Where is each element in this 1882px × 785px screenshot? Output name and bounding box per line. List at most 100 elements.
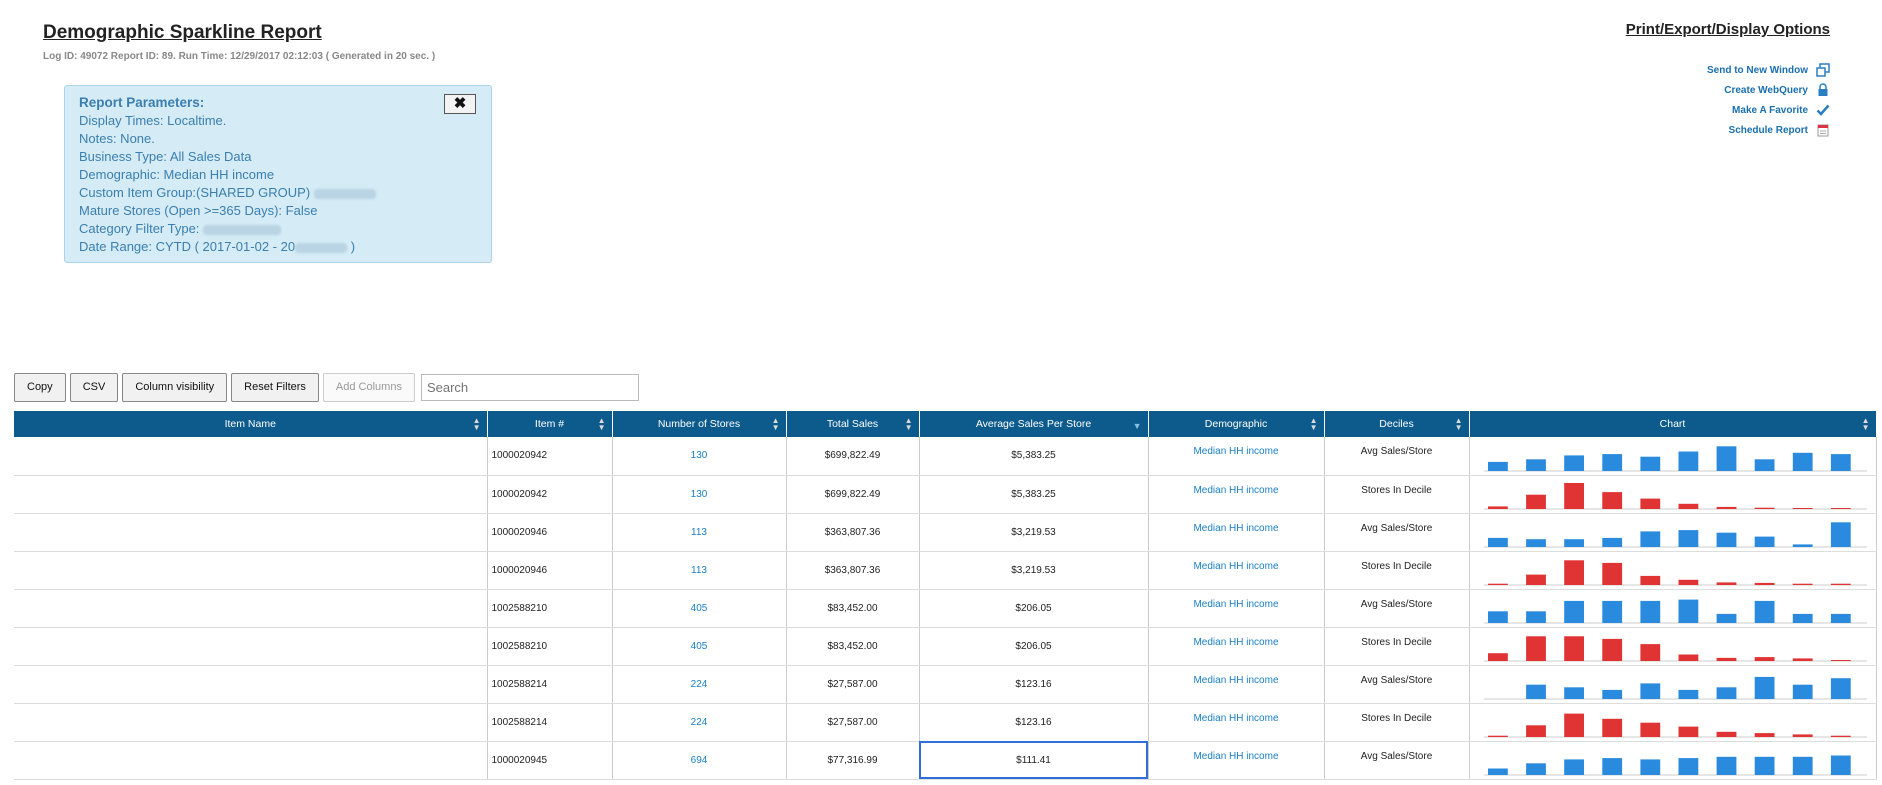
reset-filters-button[interactable]: Reset Filters	[231, 373, 319, 402]
sparkline-bar	[1754, 507, 1775, 509]
number-of-stores-link[interactable]: 130	[612, 475, 787, 514]
average-sales-cell: $123.16	[919, 703, 1149, 742]
sparkline-bar	[1525, 494, 1546, 509]
sparkline-bar	[1830, 678, 1851, 699]
sparkline-bar	[1639, 600, 1660, 623]
sparkline-bar	[1563, 759, 1584, 775]
column-header-demographic[interactable]: Demographic ▲ ▼	[1148, 411, 1325, 437]
number-of-stores-link[interactable]: 405	[612, 589, 787, 628]
sparkline-bar	[1792, 658, 1813, 661]
demographic-link[interactable]: Median HH income	[1148, 741, 1325, 780]
sparkline-bar	[1754, 600, 1775, 623]
decile-type-cell: Avg Sales/Store	[1324, 665, 1470, 704]
number-of-stores-link[interactable]: 224	[612, 703, 787, 742]
sparkline-bar	[1487, 461, 1508, 471]
number-of-stores-link[interactable]: 130	[612, 437, 787, 476]
demographic-link[interactable]: Median HH income	[1148, 551, 1325, 590]
sparkline-bar	[1716, 582, 1736, 585]
number-of-stores-link[interactable]: 113	[612, 513, 787, 552]
demographic-link[interactable]: Median HH income	[1148, 665, 1325, 704]
table-row[interactable]: 1002588210 405 $83,452.00 $206.05 Median HH …	[14, 627, 1877, 666]
average-sales-cell: $5,383.25	[919, 437, 1149, 476]
sparkline-bar	[1525, 725, 1546, 737]
sparkline-bar	[1601, 537, 1622, 547]
sparkline-bar	[1792, 734, 1813, 737]
sparkline-bar	[1563, 483, 1584, 509]
column-header-label: Chart	[1659, 418, 1686, 430]
item-number-cell: 1000020942	[487, 437, 613, 476]
sparkline-bar	[1487, 506, 1508, 509]
sparkline-bar	[1678, 530, 1698, 547]
table-row[interactable]: 1000020942 130 $699,822.49 $5,383.25 Median …	[14, 437, 1877, 476]
send-to-new-window-link[interactable]: Send to New Window	[1707, 60, 1830, 80]
number-of-stores-link[interactable]: 113	[612, 551, 787, 590]
create-webquery-link[interactable]: Create WebQuery	[1707, 80, 1830, 100]
close-button[interactable]: ✖	[444, 94, 476, 114]
demographic-link[interactable]: Median HH income	[1148, 513, 1325, 552]
report-parameters-panel: ✖ Report Parameters: Display Times: Loca…	[64, 85, 492, 263]
sort-icon: ▲ ▼	[597, 416, 606, 432]
sparkline-bar	[1563, 687, 1584, 699]
sparkline-bar	[1487, 768, 1508, 775]
column-header-number-of-stores[interactable]: Number of Stores ▲ ▼	[612, 411, 787, 437]
sparkline-bar	[1487, 735, 1508, 737]
sparkline-bar	[1678, 599, 1698, 623]
demographic-link[interactable]: Median HH income	[1148, 703, 1325, 742]
average-sales-cell: $123.16	[919, 665, 1149, 704]
table-header-row: Item Name ▲ ▼ Item # ▲ ▼ Number of Stores ▲ ▼ Tot…	[14, 411, 1877, 437]
sparkline-bar	[1525, 684, 1546, 699]
param-business-type: Business Type: All Sales Data	[79, 149, 252, 164]
column-visibility-button[interactable]: Column visibility	[122, 373, 228, 402]
sparkline-bar	[1830, 522, 1851, 547]
demographic-link[interactable]: Median HH income	[1148, 589, 1325, 628]
sparkline-bar	[1678, 451, 1698, 471]
column-header-average-sales-per-store[interactable]: Average Sales Per Store ▼	[919, 411, 1149, 437]
column-header-item-name[interactable]: Item Name ▲ ▼	[14, 411, 488, 437]
search-input[interactable]	[420, 374, 639, 401]
sparkline-bar	[1601, 758, 1622, 775]
number-of-stores-link[interactable]: 694	[612, 741, 787, 780]
table-row[interactable]: 1002588214 224 $27,587.00 $123.16 Median HH …	[14, 703, 1877, 742]
csv-button[interactable]: CSV	[69, 373, 119, 402]
sparkline-bar	[1525, 763, 1546, 775]
column-header-label: Total Sales	[826, 418, 879, 430]
checkmark-icon	[1816, 103, 1830, 117]
table-row[interactable]: 1000020945 694 $77,316.99 $111.41 Median HH …	[14, 741, 1877, 780]
sparkline-bar	[1716, 687, 1736, 699]
sparkline-bar	[1792, 613, 1813, 623]
sparkline-bar	[1639, 759, 1660, 775]
table-row[interactable]: 1000020942 130 $699,822.49 $5,383.25 Median …	[14, 475, 1877, 514]
sort-icon: ▲ ▼	[1309, 416, 1318, 432]
sparkline-bar	[1563, 560, 1584, 585]
table-row[interactable]: 1000020946 113 $363,807.36 $3,219.53 Median …	[14, 513, 1877, 552]
sparkline-bar	[1639, 644, 1660, 661]
table-row[interactable]: 1000020946 113 $363,807.36 $3,219.53 Median …	[14, 551, 1877, 590]
decile-type-cell: Avg Sales/Store	[1324, 589, 1470, 628]
number-of-stores-link[interactable]: 405	[612, 627, 787, 666]
sparkline-bar	[1792, 544, 1813, 547]
sparkline-chart	[1469, 627, 1877, 666]
demographic-link[interactable]: Median HH income	[1148, 475, 1325, 514]
sparkline-bar	[1639, 531, 1660, 547]
demographic-link[interactable]: Median HH income	[1148, 437, 1325, 476]
add-columns-button[interactable]: Add Columns	[322, 373, 415, 402]
options-title[interactable]: Print/Export/Display Options	[1626, 21, 1830, 38]
make-a-favorite-link[interactable]: Make A Favorite	[1707, 100, 1830, 120]
sparkline-chart	[1469, 551, 1877, 590]
number-of-stores-link[interactable]: 224	[612, 665, 787, 704]
sparkline-svg	[1483, 560, 1867, 586]
column-header-deciles[interactable]: Deciles ▲ ▼	[1324, 411, 1470, 437]
demographic-link[interactable]: Median HH income	[1148, 627, 1325, 666]
table-row[interactable]: 1002588210 405 $83,452.00 $206.05 Median HH …	[14, 589, 1877, 628]
column-header-total-sales[interactable]: Total Sales ▲ ▼	[786, 411, 920, 437]
redacted-text	[203, 224, 282, 235]
column-header-chart[interactable]: Chart ▲ ▼	[1469, 411, 1877, 437]
sparkline-chart	[1469, 741, 1877, 780]
column-header-item-number[interactable]: Item # ▲ ▼	[487, 411, 613, 437]
sort-desc-icon: ▼	[1132, 421, 1142, 431]
column-header-label: Item #	[534, 418, 565, 430]
schedule-report-link[interactable]: Schedule Report	[1707, 120, 1830, 140]
table-row[interactable]: 1002588214 224 $27,587.00 $123.16 Median HH …	[14, 665, 1877, 704]
sparkline-bar	[1716, 731, 1736, 737]
copy-button[interactable]: Copy	[14, 373, 66, 402]
